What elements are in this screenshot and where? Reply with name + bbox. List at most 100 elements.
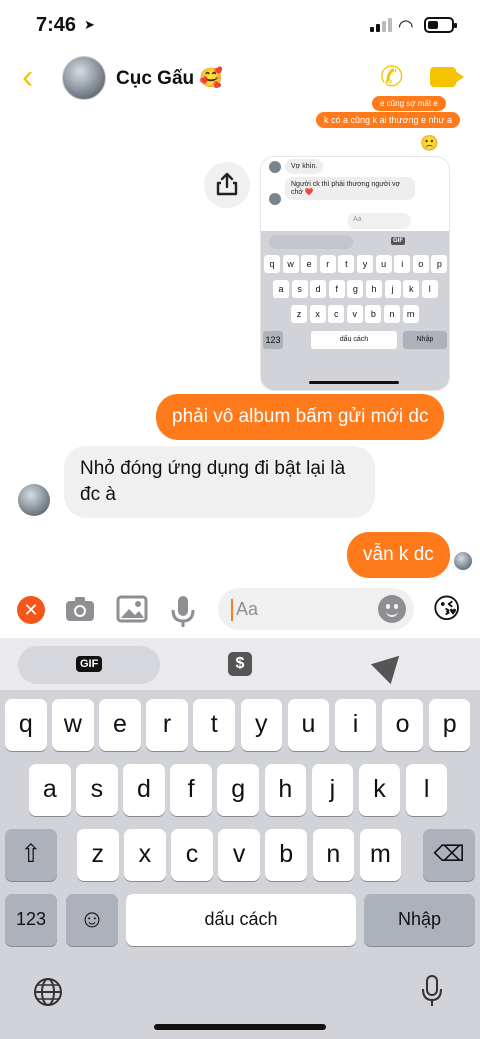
key-p[interactable]: p (428, 699, 471, 751)
mini-message: Vợ khìn. (285, 159, 324, 174)
mini-composer-input: Aa (347, 213, 411, 229)
mini-gif-label: GIF (391, 237, 405, 245)
mini-avatar (269, 193, 281, 205)
key-d[interactable]: d (123, 764, 165, 816)
mini-avatar (269, 161, 281, 173)
mini-key-h: h (366, 280, 382, 298)
battery-icon (424, 17, 457, 33)
mini-key-r: r (319, 255, 336, 273)
key-b[interactable]: b (265, 829, 307, 881)
contact-name[interactable]: Cục Gấu 🥰 (116, 66, 223, 90)
key-j[interactable]: j (311, 764, 354, 816)
mini-numbers-key: 123 (263, 331, 283, 349)
mini-key-t: t (338, 255, 355, 273)
sent-message[interactable]: vẫn k dc (347, 532, 450, 578)
sticker-icon[interactable]: $ (228, 652, 252, 676)
status-bar: 7:46 ➤ ◠ (0, 0, 480, 52)
message-list[interactable]: e cũng sợ mất e k có a cũng k ai thương … (0, 96, 480, 584)
gif-tab[interactable]: GIF (18, 646, 160, 684)
key-v[interactable]: v (218, 829, 260, 881)
key-x[interactable]: x (124, 829, 166, 881)
mini-key-j: j (384, 280, 401, 298)
message-input[interactable]: Aa (218, 588, 414, 630)
keyboard-suggestion-bar: GIF $ (0, 638, 480, 690)
location-arrow-icon: ➤ (84, 17, 95, 32)
partial-message: k có a cũng k ai thương e như a (316, 112, 461, 128)
share-icon (216, 172, 238, 196)
received-message[interactable]: Nhỏ đóng ứng dụng đi bật lại là đc à (64, 446, 375, 518)
home-indicator (154, 1024, 326, 1030)
key-n[interactable]: n (312, 829, 355, 881)
message-input-placeholder: Aa (236, 599, 259, 619)
partial-message: e cũng sợ mất e (372, 96, 446, 111)
phone-icon[interactable]: ✆ (380, 60, 403, 93)
mini-key-a: a (273, 280, 289, 298)
mini-space-key: dấu cách (311, 331, 397, 349)
photo-attachment[interactable]: Vợ khìn. Người ck thì phải thương người … (260, 156, 450, 391)
numbers-key[interactable]: 123 (5, 894, 57, 946)
key-e[interactable]: e (99, 699, 141, 751)
gif-label: GIF (76, 656, 103, 672)
share-button[interactable] (204, 162, 250, 208)
key-h[interactable]: h (264, 764, 307, 816)
chevron-left-icon[interactable]: ‹ (22, 60, 33, 94)
video-camera-icon[interactable] (430, 67, 464, 87)
close-icon[interactable]: ✕ (17, 596, 45, 624)
key-r[interactable]: r (146, 699, 188, 751)
key-a[interactable]: a (29, 764, 71, 816)
key-g[interactable]: g (217, 764, 259, 816)
smiley-icon[interactable] (378, 595, 406, 623)
mini-key-s: s (291, 280, 308, 298)
key-s[interactable]: s (76, 764, 118, 816)
dictation-icon[interactable] (420, 974, 444, 1008)
key-q[interactable]: q (5, 699, 47, 751)
status-time: 7:46 (36, 14, 77, 36)
mini-key-m: m (402, 305, 419, 323)
space-key[interactable]: dấu cách (126, 894, 356, 946)
mini-key-b: b (365, 305, 382, 323)
mini-key-o: o (412, 255, 429, 273)
wifi-icon: ◠ (398, 16, 414, 36)
key-z[interactable]: z (77, 829, 119, 881)
mini-key-c: c (328, 305, 345, 323)
mini-key-n: n (384, 305, 400, 323)
mini-key-q: q (264, 255, 280, 273)
delete-key[interactable]: ⌫ (423, 829, 475, 881)
key-c[interactable]: c (171, 829, 213, 881)
cellular-signal-icon (370, 18, 392, 32)
image-icon[interactable] (116, 594, 148, 624)
key-y[interactable]: y (240, 699, 283, 751)
key-t[interactable]: t (193, 699, 235, 751)
send-location-icon[interactable] (370, 645, 410, 685)
globe-icon[interactable] (32, 976, 64, 1008)
emoji-key[interactable]: ☺ (66, 894, 118, 946)
mini-key-u: u (375, 255, 392, 273)
mini-key-k: k (403, 280, 420, 298)
key-o[interactable]: o (381, 699, 424, 751)
key-m[interactable]: m (359, 829, 402, 881)
key-f[interactable]: f (170, 764, 212, 816)
contact-avatar[interactable] (62, 56, 106, 100)
camera-icon[interactable] (64, 594, 96, 624)
mini-key-x: x (309, 305, 326, 323)
mini-key-p: p (431, 255, 448, 273)
sent-message[interactable]: phải vô album bấm gửi mới dc (156, 394, 445, 440)
key-w[interactable]: w (52, 699, 94, 751)
mini-key-v: v (346, 305, 363, 323)
mini-key-w: w (282, 255, 299, 273)
mini-message: Người ck thì phải thương người vợ chớ ❤️ (285, 177, 415, 200)
shift-key[interactable]: ⇧ (5, 829, 57, 881)
mini-key-g: g (347, 280, 364, 298)
message-composer: ✕ Aa 😘 (0, 584, 480, 638)
microphone-icon[interactable] (170, 594, 196, 628)
mini-key-l: l (421, 280, 438, 298)
key-u[interactable]: u (287, 699, 330, 751)
quick-reaction-emoji[interactable]: 😘 (432, 592, 461, 625)
key-k[interactable]: k (358, 764, 401, 816)
keyboard: GIF $ qwertyuiop asdfghjkl zxcvbnm ⇧ ⌫ 123… (0, 638, 480, 1039)
enter-key[interactable]: Nhập (364, 894, 475, 946)
mini-key-z: z (291, 305, 307, 323)
key-i[interactable]: i (334, 699, 377, 751)
mini-keyboard: GIF qwertyuiop asdfghjkl zxcvbnm 123 dấu c… (261, 231, 449, 390)
key-l[interactable]: l (405, 764, 448, 816)
